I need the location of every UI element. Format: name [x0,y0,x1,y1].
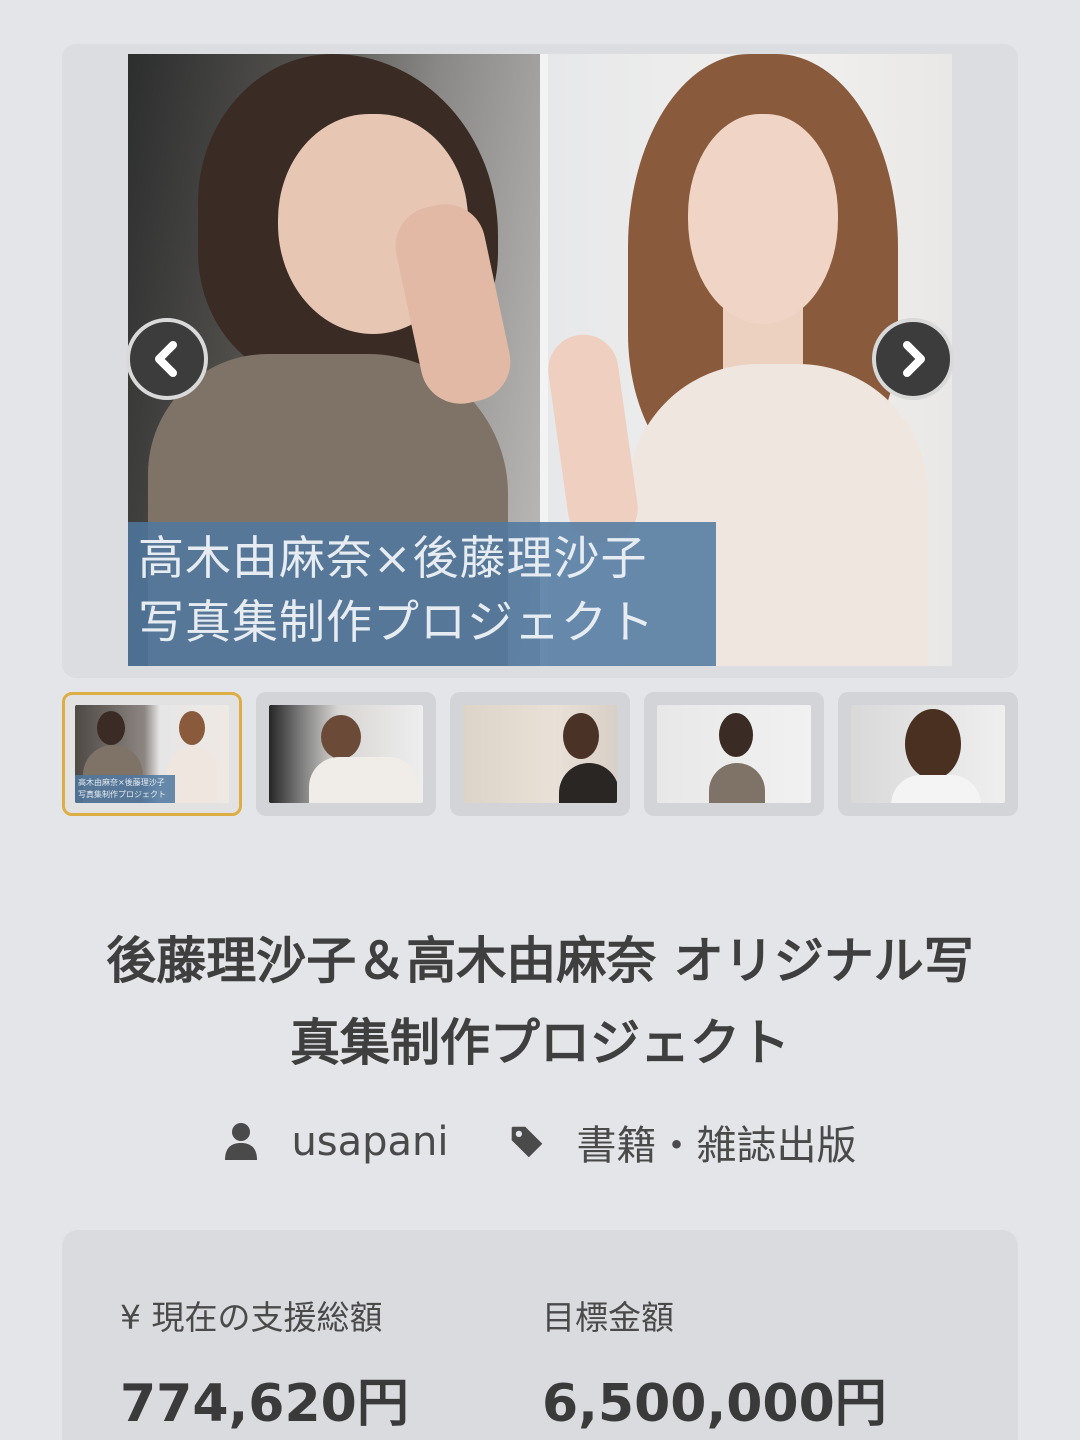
carousel-prev-button[interactable] [126,318,208,400]
carousel-next-button[interactable] [872,318,954,400]
thumbnail-image [269,705,423,803]
thumbnail-image [851,705,1005,803]
chevron-right-icon [903,341,925,377]
thumbnail-1[interactable]: 高木由麻奈×後藤理沙子 写真集制作プロジェクト [62,692,242,816]
current-funding-label: ¥ 現在の支援総額 [120,1298,383,1337]
thumbnail-image [657,705,811,803]
current-funding-value: 774,620円 [120,1374,409,1434]
goal-funding-value: 6,500,000円 [542,1374,887,1434]
owner-name: usapani [291,1119,449,1165]
thumbnail-caption: 高木由麻奈×後藤理沙子 写真集制作プロジェクト [75,775,175,803]
project-title-line-2: 真集制作プロジェクト [290,1014,790,1072]
thumbnail-2[interactable] [256,692,436,816]
thumbnail-strip: 高木由麻奈×後藤理沙子 写真集制作プロジェクト [62,692,1018,816]
caption-line-1: 高木由麻奈×後藤理沙子 [138,531,648,585]
project-category[interactable]: 書籍・雑誌出版 [509,1113,857,1171]
thumbnail-image: 高木由麻奈×後藤理沙子 写真集制作プロジェクト [75,705,229,803]
project-page: 高木由麻奈×後藤理沙子 写真集制作プロジェクト 高木由麻奈×後藤理沙子 写真集制… [0,0,1080,1440]
caption-line-2: 写真集制作プロジェクト [138,595,655,649]
project-meta: usapani 書籍・雑誌出版 [0,1112,1080,1172]
category-name: 書籍・雑誌出版 [576,1123,857,1169]
carousel-caption: 高木由麻奈×後藤理沙子 写真集制作プロジェクト [128,522,716,666]
thumbnail-5[interactable] [838,692,1018,816]
project-title: 後藤理沙子＆高木由麻奈 オリジナル写 真集制作プロジェクト [40,920,1040,1084]
thumbnail-image [463,705,617,803]
chevron-left-icon [155,341,177,377]
thumbnail-3[interactable] [450,692,630,816]
current-funding: ¥ 現在の支援総額 774,620円 [120,1296,409,1436]
goal-funding-label: 目標金額 [542,1298,674,1337]
goal-funding: 目標金額 6,500,000円 [542,1296,887,1436]
thumbnail-4[interactable] [644,692,824,816]
project-title-line-1: 後藤理沙子＆高木由麻奈 オリジナル写 [106,932,974,990]
image-carousel[interactable]: 高木由麻奈×後藤理沙子 写真集制作プロジェクト [62,44,1018,678]
tag-icon [511,1126,542,1158]
project-owner[interactable]: usapani [223,1119,449,1165]
funding-card: ¥ 現在の支援総額 774,620円 目標金額 6,500,000円 [62,1230,1018,1440]
user-icon [225,1123,258,1160]
